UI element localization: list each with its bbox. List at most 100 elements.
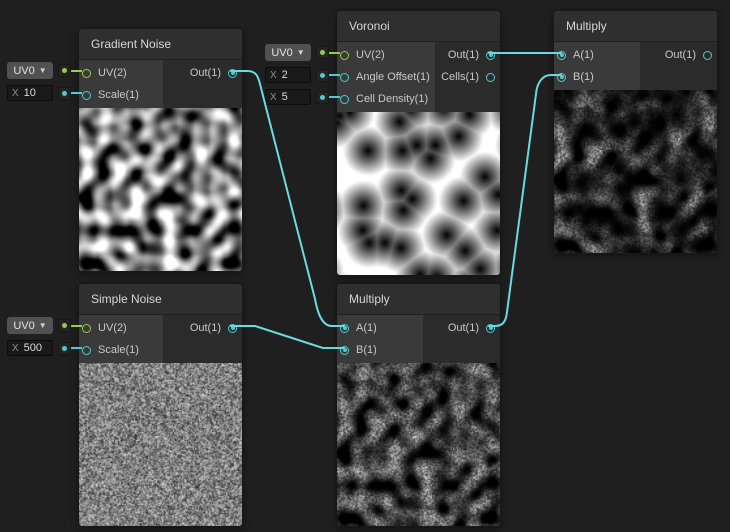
port-label: UV(2) — [356, 49, 385, 61]
stub-link — [329, 74, 340, 76]
port-row-out[interactable]: Out(1) — [163, 62, 242, 84]
node-gradient-noise[interactable]: Gradient Noise UV(2) Scale(1) Out(1) — [78, 28, 243, 272]
stub-dot — [62, 91, 67, 96]
field-value: 10 — [24, 87, 36, 99]
port-row-out[interactable]: Out(1) — [163, 317, 242, 339]
uv-channel-dropdown[interactable]: UV0 ▼ — [265, 44, 311, 61]
node-preview — [554, 90, 717, 253]
port-row-uv[interactable]: UV(2) — [337, 44, 435, 66]
port-stub[interactable] — [58, 87, 71, 100]
port-row-uv[interactable]: UV(2) — [79, 62, 163, 84]
stub-link — [71, 347, 82, 349]
port-row-b[interactable]: B(1) — [554, 66, 640, 88]
stub-dot — [62, 68, 67, 73]
cell-density-value-field[interactable]: X 5 — [265, 89, 311, 105]
port-row-uv[interactable]: UV(2) — [79, 317, 163, 339]
dropdown-value: UV0 — [13, 65, 34, 77]
node-title: Simple Noise — [79, 284, 242, 315]
scale-value-field[interactable]: X 10 — [7, 85, 53, 101]
input-port-b[interactable] — [557, 73, 566, 82]
port-label: Out(1) — [190, 67, 221, 79]
output-port-out[interactable] — [228, 69, 237, 78]
node-preview — [79, 108, 242, 271]
port-row-out[interactable]: Out(1) — [640, 44, 717, 66]
stub-link — [71, 325, 82, 327]
stub-dot — [320, 73, 325, 78]
port-row-scale[interactable]: Scale(1) — [79, 339, 163, 361]
node-title: Multiply — [554, 11, 717, 42]
control-row-gradient-scale: X 10 — [7, 85, 82, 101]
port-label: Out(1) — [190, 322, 221, 334]
input-port-b[interactable] — [340, 346, 349, 355]
node-preview — [337, 112, 500, 275]
port-label: Out(1) — [448, 49, 479, 61]
port-label: Out(1) — [665, 49, 696, 61]
control-row-voronoi-angle: X 2 — [265, 67, 340, 83]
control-row-voronoi-density: X 5 — [265, 89, 340, 105]
chevron-down-icon: ▼ — [39, 67, 47, 75]
dropdown-value: UV0 — [271, 47, 292, 59]
uv-channel-dropdown[interactable]: UV0 ▼ — [7, 317, 53, 334]
input-port-angle-offset[interactable] — [340, 73, 349, 82]
port-label: B(1) — [356, 344, 377, 356]
node-title: Voronoi — [337, 11, 500, 42]
port-label: UV(2) — [98, 67, 127, 79]
port-stub[interactable] — [58, 342, 71, 355]
port-label: Scale(1) — [98, 344, 139, 356]
stub-link — [329, 96, 340, 98]
field-value: 5 — [282, 91, 288, 103]
port-row-b[interactable]: B(1) — [337, 339, 423, 361]
port-stub[interactable] — [316, 91, 329, 104]
control-row-voronoi-uv: UV0 ▼ — [265, 44, 340, 61]
input-port-uv[interactable] — [82, 324, 91, 333]
input-port-scale[interactable] — [82, 91, 91, 100]
port-label: B(1) — [573, 71, 594, 83]
output-port-out[interactable] — [486, 324, 495, 333]
node-multiply-bottom[interactable]: Multiply A(1) B(1) Out(1) — [336, 283, 501, 527]
field-prefix: X — [12, 343, 19, 354]
port-stub[interactable] — [58, 64, 71, 77]
input-port-uv[interactable] — [82, 69, 91, 78]
port-row-out[interactable]: Out(1) — [423, 317, 500, 339]
stub-link — [329, 52, 340, 54]
port-row-a[interactable]: A(1) — [337, 317, 423, 339]
port-row-cell-density[interactable]: Cell Density(1) — [337, 88, 435, 110]
port-row-angle-offset[interactable]: Angle Offset(1) — [337, 66, 435, 88]
port-row-cells[interactable]: Cells(1) — [435, 66, 500, 88]
node-preview — [79, 363, 242, 526]
node-simple-noise[interactable]: Simple Noise UV(2) Scale(1) Out(1) — [78, 283, 243, 527]
field-prefix: X — [270, 92, 277, 103]
port-row-out[interactable]: Out(1) — [435, 44, 500, 66]
output-port-out[interactable] — [703, 51, 712, 60]
node-multiply-top[interactable]: Multiply A(1) B(1) Out(1) — [553, 10, 718, 254]
chevron-down-icon: ▼ — [297, 49, 305, 57]
port-stub[interactable] — [316, 46, 329, 59]
output-port-out[interactable] — [486, 51, 495, 60]
control-row-simple-scale: X 500 — [7, 340, 82, 356]
input-port-uv[interactable] — [340, 51, 349, 60]
output-port-out[interactable] — [228, 324, 237, 333]
port-stub[interactable] — [316, 69, 329, 82]
input-port-a[interactable] — [340, 324, 349, 333]
port-stub[interactable] — [58, 319, 71, 332]
output-port-cells[interactable] — [486, 73, 495, 82]
wire-simple-out-to-multiply-b[interactable] — [231, 326, 344, 348]
port-label: A(1) — [573, 49, 594, 61]
scale-value-field[interactable]: X 500 — [7, 340, 53, 356]
wire-gradient-out-to-multiply-a[interactable] — [231, 71, 344, 326]
input-port-cell-density[interactable] — [340, 95, 349, 104]
stub-dot — [320, 50, 325, 55]
dropdown-value: UV0 — [13, 320, 34, 332]
input-port-a[interactable] — [557, 51, 566, 60]
shader-graph-canvas[interactable]: Gradient Noise UV(2) Scale(1) Out(1) — [0, 0, 730, 532]
stub-link — [71, 70, 82, 72]
port-label: Scale(1) — [98, 89, 139, 101]
uv-channel-dropdown[interactable]: UV0 ▼ — [7, 62, 53, 79]
node-voronoi[interactable]: Voronoi UV(2) Angle Offset(1) Cell Densi… — [336, 10, 501, 276]
node-preview — [337, 363, 500, 526]
input-port-scale[interactable] — [82, 346, 91, 355]
field-prefix: X — [12, 88, 19, 99]
port-row-a[interactable]: A(1) — [554, 44, 640, 66]
angle-offset-value-field[interactable]: X 2 — [265, 67, 311, 83]
port-row-scale[interactable]: Scale(1) — [79, 84, 163, 106]
